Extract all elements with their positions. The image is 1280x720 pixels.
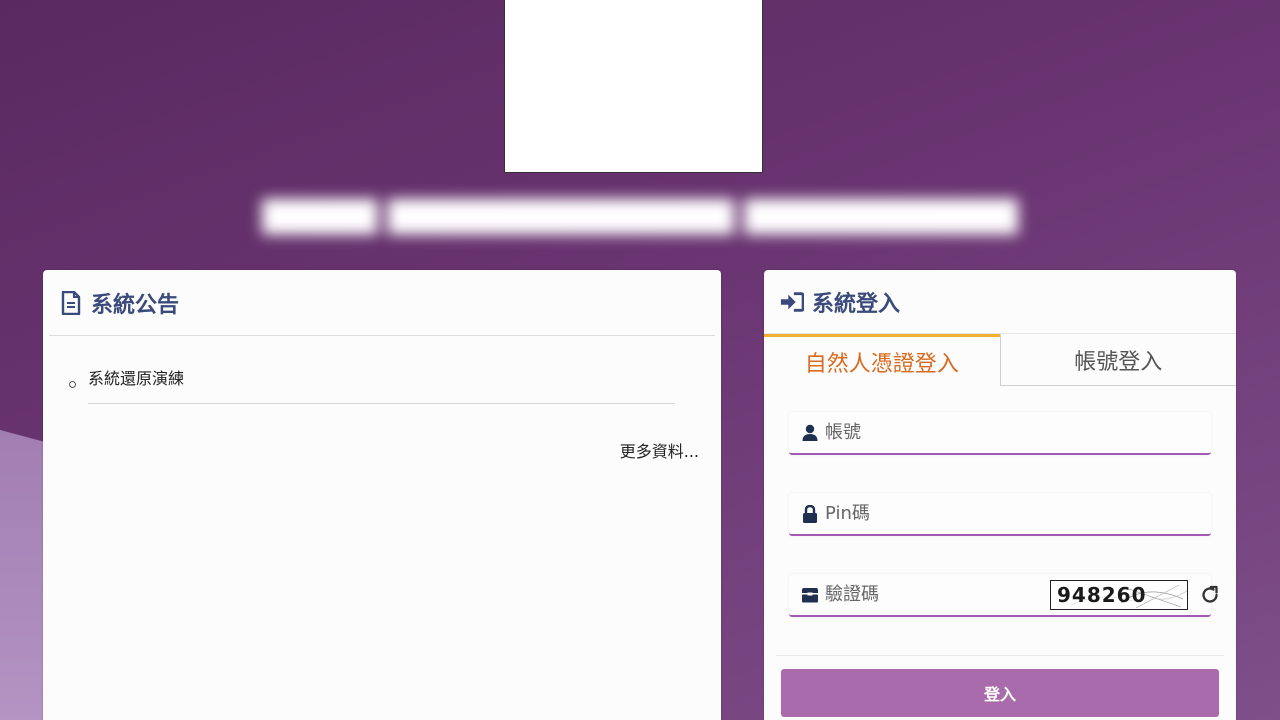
- site-title-blurred: █████ ███████████████ ████████████████: [262, 200, 1018, 235]
- tab-account-login[interactable]: 帳號登入: [999, 334, 1236, 386]
- login-title: 系統登入: [812, 291, 901, 317]
- sign-in-icon: [780, 290, 804, 314]
- pin-field: [789, 493, 1211, 536]
- lock-icon: [801, 504, 819, 523]
- announcement-list: 系統還原演練: [69, 364, 675, 404]
- user-icon: [801, 424, 819, 442]
- login-form: 948260: [764, 386, 1236, 617]
- captcha-field: 948260: [789, 574, 1218, 617]
- refresh-icon[interactable]: [1198, 583, 1222, 607]
- pin-input[interactable]: [819, 493, 1211, 534]
- announcement-header: 系統公告: [49, 270, 715, 336]
- form-divider: [776, 655, 1224, 656]
- more-link[interactable]: 更多資料...: [620, 438, 699, 462]
- captcha-image: 948260: [1050, 579, 1188, 610]
- login-header: 系統登入: [764, 270, 1236, 334]
- account-input[interactable]: [819, 412, 1211, 453]
- document-icon: [59, 290, 83, 315]
- id-card-icon: [801, 586, 819, 604]
- announcement-title: 系統公告: [91, 292, 180, 318]
- tab-certificate-login[interactable]: 自然人憑證登入: [764, 334, 1000, 386]
- announcement-panel: 系統公告 系統還原演練 更多資料...: [43, 270, 721, 720]
- list-item[interactable]: 系統還原演練: [69, 364, 675, 404]
- captcha-input[interactable]: [819, 574, 1050, 615]
- bullet-icon: [69, 380, 76, 388]
- announcement-item-text[interactable]: 系統還原演練: [88, 364, 675, 404]
- login-panel: 系統登入 自然人憑證登入 帳號登入 帳號 驗證碼 948260 登入: [764, 270, 1236, 720]
- login-button[interactable]: 登入: [781, 669, 1219, 717]
- login-tabs: 自然人憑證登入 帳號登入: [764, 334, 1236, 386]
- site-logo: [504, 0, 763, 173]
- account-field: [789, 412, 1211, 455]
- captcha-code: 948260: [1057, 582, 1147, 607]
